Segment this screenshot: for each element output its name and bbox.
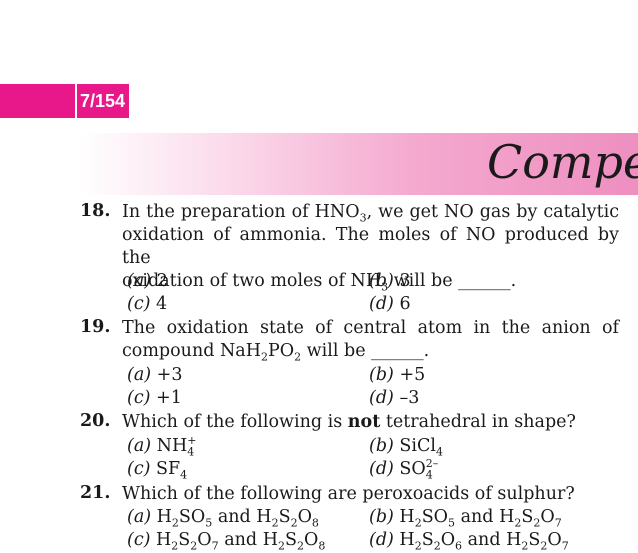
page-number: 7/154	[80, 91, 126, 111]
option-value: 2	[156, 271, 168, 291]
option[interactable]: (d) 6	[369, 294, 411, 314]
question-number: 19.	[80, 317, 111, 337]
option-value: 3	[399, 271, 411, 291]
question-number: 18.	[80, 201, 111, 221]
question-text-part: tetrahedral in shape?	[380, 412, 576, 432]
option-label: (b)	[369, 365, 394, 385]
question-text: The oxidation state of central atom in t…	[122, 318, 619, 364]
option[interactable]: (c) 4	[127, 294, 167, 314]
question-text-part: Which of the following is	[122, 412, 348, 432]
option-label: (a)	[127, 271, 152, 291]
section-banner: Competi	[80, 133, 638, 195]
option-label: (b)	[369, 271, 394, 291]
option[interactable]: (a) H2SO5 and H2S2O8	[127, 507, 319, 529]
option-value: +3	[156, 365, 183, 385]
option[interactable]: (a) NH4+	[127, 435, 196, 457]
option[interactable]: (d) SO42–	[369, 458, 438, 480]
question-number: 20.	[80, 411, 111, 431]
question-text: Which of the following are peroxoacids o…	[122, 484, 575, 504]
question-number: 21.	[80, 483, 111, 503]
option[interactable]: (c) +1	[127, 388, 182, 408]
option[interactable]: (b) SiCl4	[369, 436, 443, 458]
banner-title: Competi	[487, 135, 638, 189]
option-label: (a)	[127, 365, 152, 385]
option-label: (d)	[369, 294, 394, 314]
tab-divider	[75, 84, 77, 118]
option-value: +5	[399, 365, 426, 385]
option[interactable]: (a) 2	[127, 271, 168, 291]
option-value: 4	[156, 294, 168, 314]
option-value: –3	[399, 388, 420, 408]
option[interactable]: (d) –3	[369, 388, 419, 408]
option-label: (c)	[127, 294, 151, 314]
option[interactable]: (b) H2SO5 and H2S2O7	[369, 507, 562, 529]
option-value: +1	[156, 388, 182, 408]
question-text: Which of the following is not tetrahedra…	[122, 411, 619, 434]
option-label: (d)	[369, 388, 394, 408]
option[interactable]: (b) +5	[369, 365, 425, 385]
question-emphasis: not	[347, 412, 381, 432]
option[interactable]: (b) 3	[369, 271, 411, 291]
option[interactable]: (c) H2S2O7 and H2S2O8	[127, 530, 325, 552]
option-value: 6	[399, 294, 411, 314]
option[interactable]: (c) SF4	[127, 459, 187, 481]
page-number-tab: 7/154	[0, 84, 129, 118]
option-label: (c)	[127, 388, 151, 408]
option[interactable]: (d) H2S2O6 and H2S2O7	[369, 530, 569, 552]
option[interactable]: (a) +3	[127, 365, 182, 385]
